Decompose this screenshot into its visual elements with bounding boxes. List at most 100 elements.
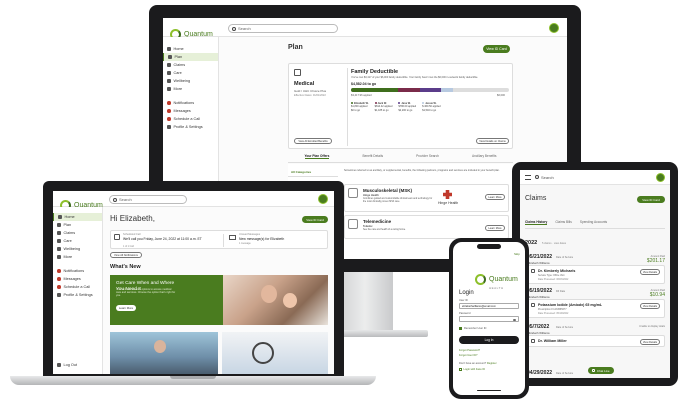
- view-claims-button[interactable]: View Details on Claims: [476, 138, 509, 144]
- tablet-header: Search: [520, 170, 670, 185]
- chat-live-button[interactable]: Chat Live: [588, 367, 614, 374]
- claims-tabs: Claims History Claims Bills Spending Accou…: [525, 220, 665, 229]
- sidebar-item-label: More: [173, 87, 183, 91]
- claim-sub: Date Processed: 05/19/2022: [538, 312, 569, 315]
- sidebar-item-plan[interactable]: Plan: [53, 221, 102, 229]
- sidebar-item-plan[interactable]: Plan: [163, 53, 218, 61]
- show-password-icon[interactable]: [513, 318, 516, 321]
- chat-icon: [592, 369, 596, 372]
- log-in-button[interactable]: Log In: [459, 336, 519, 344]
- search-input[interactable]: Search: [228, 24, 338, 33]
- avatar[interactable]: [318, 194, 328, 204]
- messages-icon: [57, 277, 61, 281]
- desktop-header: QuantumHEALTH Search: [163, 18, 567, 45]
- tab-0[interactable]: Claims History: [525, 220, 548, 225]
- tab-0[interactable]: Your Plan Offers: [304, 154, 330, 159]
- sidebar-item-claims[interactable]: Claims: [163, 61, 218, 69]
- telemedicine-icon: [348, 219, 358, 229]
- sidebar-item-home[interactable]: Home: [163, 45, 218, 53]
- sidebar-item-label: Notifications: [173, 101, 195, 105]
- sidebar-item-label: Wellbeing: [63, 247, 81, 251]
- claim-date: 04/29/2022: [527, 370, 553, 376]
- offer-title: Telemedicine: [363, 219, 392, 224]
- tab-2[interactable]: Spending Accounts: [580, 220, 607, 225]
- claim-card[interactable]: Potassium Iodide (Amiodx) 65 mg/mL Prescr…: [527, 299, 665, 318]
- tab-3[interactable]: Ancillary Benefits: [472, 154, 496, 159]
- msg-text[interactable]: New message(s) for Elizabeth: [239, 237, 284, 241]
- search-input[interactable]: Search: [109, 195, 187, 204]
- tab-2[interactable]: Provider Search: [416, 154, 439, 159]
- view-id-card-button[interactable]: View ID Card: [302, 216, 328, 223]
- claim-patient: Elizabeth Williams: [527, 294, 550, 299]
- sidebar-item-profile-settings[interactable]: Profile & Settings: [53, 291, 102, 299]
- menu-icon[interactable]: [525, 175, 531, 180]
- promo-learn-more-button[interactable]: Learn More: [116, 305, 136, 311]
- sidebar-item-notifications[interactable]: Notifications: [53, 267, 102, 275]
- password-input[interactable]: [459, 316, 519, 322]
- mail-icon: [229, 235, 236, 240]
- view-benefits-button[interactable]: View All Enrolled Benefits: [294, 138, 332, 144]
- plan-tabs: Your Plan Offers Benefit Details Provider …: [288, 154, 513, 163]
- medical-plan: Gold / UHC Choice Plus: [294, 89, 327, 93]
- user-id-input[interactable]: elizabethwilliams@email.com: [459, 303, 519, 309]
- register-link[interactable]: Register: [487, 362, 497, 365]
- sidebar-item-wellbeing[interactable]: Wellbeing: [53, 245, 102, 253]
- sidebar-item-messages[interactable]: Messages: [53, 275, 102, 283]
- sidebar-item-label: Plan: [63, 223, 72, 227]
- appt-text[interactable]: We'll call you Friday, June 24, 2022 at …: [123, 237, 218, 241]
- offer-provider: Teladoc: [363, 225, 373, 228]
- claims-icon: [167, 63, 171, 67]
- view-details-button[interactable]: View Details: [640, 303, 660, 309]
- learn-more-button[interactable]: Learn More: [485, 225, 505, 231]
- sidebar-item-home[interactable]: Home: [53, 213, 102, 221]
- member-to-go: $1,540 to go: [422, 108, 437, 112]
- sidebar-item-schedule-a-call[interactable]: Schedule a Call: [53, 283, 102, 291]
- sidebar-item-more[interactable]: More: [53, 253, 102, 261]
- view-id-card-button[interactable]: View ID Card: [483, 45, 510, 53]
- search-icon[interactable]: [535, 175, 539, 179]
- sidebar-item-claims[interactable]: Claims: [53, 229, 102, 237]
- tab-1[interactable]: Claims Bills: [555, 220, 571, 225]
- medical-title: Medical: [294, 81, 315, 87]
- claim-card[interactable]: Dr. William Miller View Details: [527, 335, 665, 347]
- offer-desc: Combines guided and customizable clinica…: [363, 198, 433, 203]
- sidebar-item-messages[interactable]: Messages: [163, 107, 218, 115]
- offer-card-telemedicine: Telemedicine Teladoc See the care and he…: [344, 215, 509, 239]
- sidebar-item-schedule-a-call[interactable]: Schedule a Call: [163, 115, 218, 123]
- view-id-card-button[interactable]: View ID Card: [637, 196, 665, 203]
- phone-icon: [57, 285, 61, 289]
- user-icon: [57, 293, 61, 297]
- view-all-notifications-button[interactable]: View All Notifications: [110, 252, 142, 258]
- avatar[interactable]: [549, 23, 559, 33]
- learn-more-button[interactable]: Learn More: [485, 194, 505, 200]
- forgot-user-link[interactable]: Forgot User ID?: [459, 354, 477, 357]
- sidebar-item-care[interactable]: Care: [163, 69, 218, 77]
- sidebar-item-wellbeing[interactable]: Wellbeing: [163, 77, 218, 85]
- offers-intro: Sometimes referred to as ancillary, or s…: [344, 169, 500, 172]
- member-dot: [422, 102, 425, 104]
- sidebar-item-more[interactable]: More: [163, 85, 218, 93]
- claim-date: 05/21/2022: [527, 254, 553, 260]
- deductible-segment: [351, 88, 399, 92]
- claim-card[interactable]: Dr. Kimberly Michaels Service Type: Offic…: [527, 265, 665, 284]
- sidebar-item-care[interactable]: Care: [53, 237, 102, 245]
- view-details-button[interactable]: View Details: [640, 339, 660, 345]
- avatar[interactable]: [656, 173, 665, 182]
- remember-checkbox[interactable]: [459, 327, 462, 330]
- forgot-password-link[interactable]: Forgot Password?: [459, 349, 480, 352]
- search-label[interactable]: Search: [541, 175, 554, 180]
- view-details-button[interactable]: View Details: [640, 269, 660, 275]
- all-categories-link[interactable]: All Categories: [291, 170, 311, 174]
- sidebar-item-label: Claims: [173, 63, 186, 67]
- tab-1[interactable]: Benefit Details: [362, 154, 383, 159]
- login-title: Login: [459, 290, 474, 296]
- log-out-link[interactable]: Log Out: [53, 361, 77, 369]
- face-id-link[interactable]: Login with Face ID: [459, 368, 485, 371]
- sidebar-item-profile-settings[interactable]: Profile & Settings: [163, 123, 218, 131]
- member-to-go: $2,200 to go: [398, 108, 413, 112]
- claim-date-label: Date of Service: [556, 325, 574, 329]
- skip-link[interactable]: Skip: [514, 252, 520, 256]
- msg-label: Unread Messages: [239, 233, 261, 236]
- sidebar-item-notifications[interactable]: Notifications: [163, 99, 218, 107]
- log-out-label: Log Out: [63, 363, 78, 367]
